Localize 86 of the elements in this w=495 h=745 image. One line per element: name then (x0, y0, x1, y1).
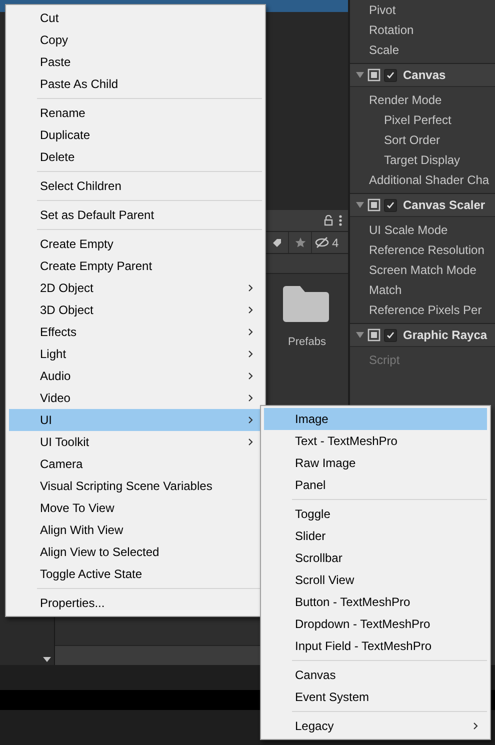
eye-slash-icon (315, 237, 329, 248)
menu-item[interactable]: Image (264, 408, 487, 430)
menu-item[interactable]: Properties... (9, 592, 262, 614)
field-label: UI Scale Mode (368, 222, 449, 239)
folder-icon[interactable] (283, 286, 331, 322)
chevron-right-icon (248, 416, 254, 424)
menu-item[interactable]: Scroll View (264, 569, 487, 591)
menu-item[interactable]: Slider (264, 525, 487, 547)
menu-item[interactable]: Audio (9, 365, 262, 387)
menu-item[interactable]: 3D Object (9, 299, 262, 321)
menu-item[interactable]: Align With View (9, 519, 262, 541)
expand-arrow-icon[interactable] (356, 201, 364, 209)
menu-item[interactable]: Legacy (264, 715, 487, 737)
checkbox[interactable] (384, 68, 397, 82)
field-label: Target Display (383, 152, 462, 169)
menu-item[interactable]: Toggle Active State (9, 563, 262, 585)
field-label: Screen Match Mode (368, 262, 478, 279)
menu-item[interactable]: Dropdown - TextMeshPro (264, 613, 487, 635)
field-label: Pixel Perfect (383, 112, 452, 129)
expand-arrow-icon[interactable] (356, 331, 364, 339)
dropdown-arrow-icon[interactable] (43, 657, 51, 662)
chevron-right-icon (248, 438, 254, 446)
menu-item[interactable]: Align View to Selected (9, 541, 262, 563)
menu-item[interactable]: Raw Image (264, 452, 487, 474)
menu-item[interactable]: Video (9, 387, 262, 409)
menu-item[interactable]: Visual Scripting Scene Variables (9, 475, 262, 497)
menu-item[interactable]: Toggle (264, 503, 487, 525)
checkmark-icon (386, 71, 395, 79)
star-icon[interactable] (294, 237, 306, 248)
component-title: Canvas (403, 67, 446, 84)
chevron-right-icon (248, 306, 254, 314)
menu-item[interactable]: Panel (264, 474, 487, 496)
chevron-right-icon (248, 328, 254, 336)
field-label: Match (368, 282, 403, 299)
menu-item[interactable]: 2D Object (9, 277, 262, 299)
menu-item[interactable]: Create Empty Parent (9, 255, 262, 277)
chevron-right-icon (473, 722, 479, 730)
menu-item[interactable]: Copy (9, 29, 262, 51)
menu-item[interactable]: Button - TextMeshPro (264, 591, 487, 613)
field-label: Reference Resolution (368, 242, 486, 259)
component-title: Canvas Scaler (403, 197, 486, 214)
chevron-right-icon (248, 350, 254, 358)
menu-item[interactable]: Rename (9, 102, 262, 124)
menu-item[interactable]: Camera (9, 453, 262, 475)
menu-item[interactable]: Paste As Child (9, 73, 262, 95)
checkmark-icon (386, 331, 395, 339)
checkbox[interactable] (384, 328, 397, 342)
field-label: Additional Shader Cha (368, 172, 490, 189)
menu-item[interactable]: Move To View (9, 497, 262, 519)
menu-item[interactable]: Select Children (9, 175, 262, 197)
menu-item[interactable]: Paste (9, 51, 262, 73)
menu-item[interactable]: Effects (9, 321, 262, 343)
menu-item[interactable]: Event System (264, 686, 487, 708)
expand-arrow-icon[interactable] (356, 71, 364, 79)
component-icon (367, 198, 381, 212)
field-label: Rotation (368, 22, 415, 39)
menu-item[interactable]: Delete (9, 146, 262, 168)
menu-item[interactable]: Input Field - TextMeshPro (264, 635, 487, 657)
field-label: Script (368, 352, 401, 369)
menu-item[interactable]: Set as Default Parent (9, 204, 262, 226)
tag-icon[interactable] (272, 238, 282, 248)
menu-item[interactable]: Light (9, 343, 262, 365)
field-label: Reference Pixels Per (368, 302, 483, 319)
component-icon (367, 328, 381, 342)
asset-label[interactable]: Prefabs (288, 334, 326, 350)
more-icon[interactable] (339, 215, 342, 226)
chevron-right-icon (248, 394, 254, 402)
field-label: Render Mode (368, 92, 443, 109)
component-icon (367, 68, 381, 82)
chevron-right-icon (248, 372, 254, 380)
menu-item[interactable]: Duplicate (9, 124, 262, 146)
lock-icon[interactable] (324, 215, 333, 226)
checkmark-icon (386, 201, 395, 209)
menu-item[interactable]: Create Empty (9, 233, 262, 255)
menu-item[interactable]: UI (9, 409, 262, 431)
chevron-right-icon (248, 284, 254, 292)
field-label: Sort Order (383, 132, 442, 149)
menu-item[interactable]: Text - TextMeshPro (264, 430, 487, 452)
menu-item[interactable]: Cut (9, 7, 262, 29)
menu-item[interactable]: Scrollbar (264, 547, 487, 569)
component-title: Graphic Rayca (403, 327, 488, 344)
menu-item[interactable]: Canvas (264, 664, 487, 686)
menu-item[interactable]: UI Toolkit (9, 431, 262, 453)
field-label: Pivot (368, 2, 397, 19)
checkbox[interactable] (384, 198, 397, 212)
field-label: Scale (368, 42, 400, 59)
